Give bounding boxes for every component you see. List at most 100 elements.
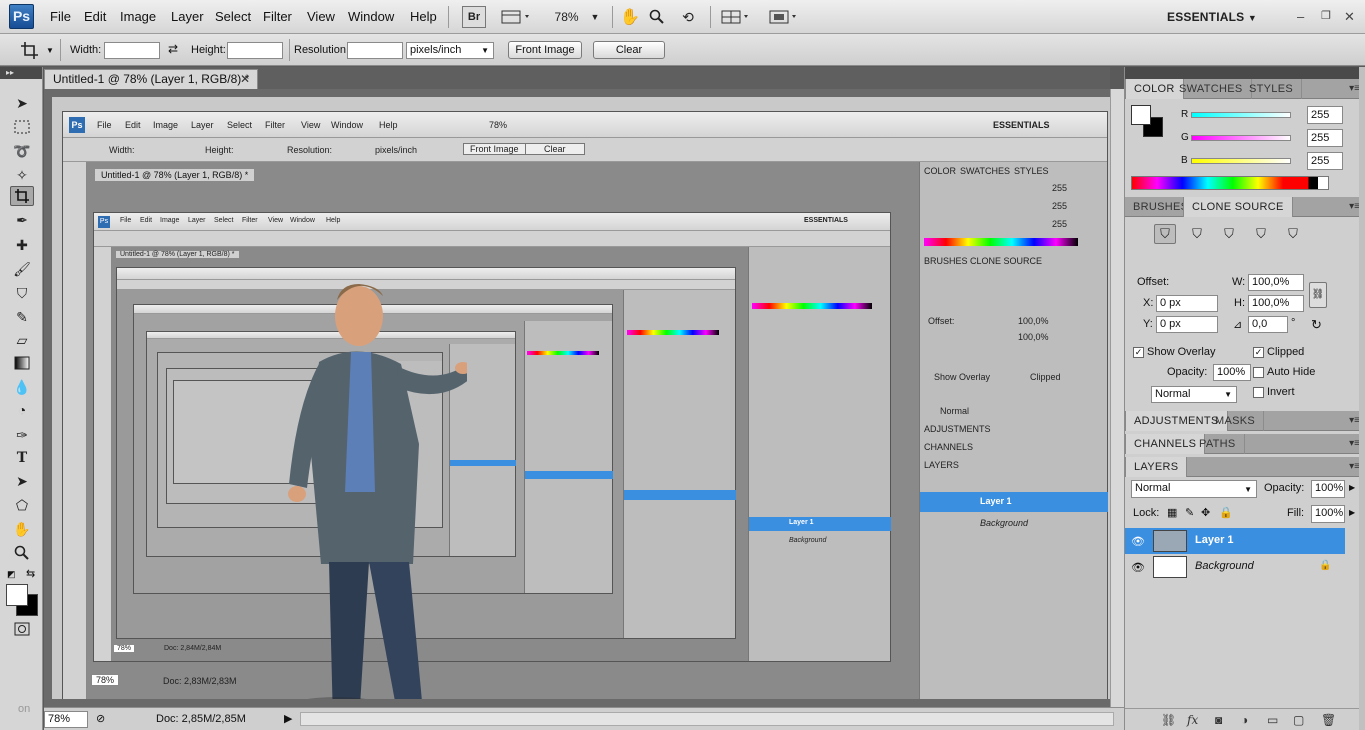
tab-layers[interactable]: LAYERS <box>1125 457 1188 477</box>
lock-pixels-icon[interactable]: ✎ <box>1185 506 1194 519</box>
quick-selection-tool-icon[interactable]: ✧ <box>10 165 34 185</box>
arrange-documents-button[interactable] <box>718 6 754 28</box>
color-spectrum-ramp[interactable] <box>1131 176 1329 190</box>
clear-button[interactable]: Clear <box>593 41 665 59</box>
close-icon[interactable]: ✕ <box>240 70 250 88</box>
front-image-button[interactable]: Front Image <box>508 41 582 59</box>
resolution-units-select[interactable]: pixels/inch ▼ <box>406 42 494 59</box>
menu-help[interactable]: Help <box>410 9 437 24</box>
horizontal-scrollbar[interactable] <box>300 712 1114 726</box>
blend-mode-select[interactable]: Normal ▼ <box>1131 480 1257 498</box>
clone-width-input[interactable]: 100,0% <box>1248 274 1304 291</box>
tab-clone-source[interactable]: CLONE SOURCE <box>1183 197 1293 217</box>
gradient-tool-icon[interactable] <box>10 353 34 373</box>
width-input[interactable] <box>104 42 160 59</box>
overlay-mode-select[interactable]: Normal ▼ <box>1151 386 1237 403</box>
status-menu-arrow-icon[interactable]: ▶ <box>284 712 292 725</box>
new-layer-icon[interactable]: ▢ <box>1293 713 1304 727</box>
dodge-tool-icon[interactable]: ◔ <box>10 400 34 420</box>
path-selection-tool-icon[interactable]: ➤ <box>10 471 34 491</box>
resolution-input[interactable] <box>347 42 403 59</box>
clone-source-3-icon[interactable]: ⛉ <box>1218 224 1240 244</box>
close-icon[interactable]: ✕ <box>1344 9 1355 25</box>
lock-position-icon[interactable]: ✥ <box>1201 506 1210 519</box>
foreground-color-swatch[interactable] <box>6 584 28 606</box>
launch-bridge-button[interactable]: Br <box>462 6 486 28</box>
hand-tool-icon[interactable]: ✋ <box>619 6 641 28</box>
clone-source-2-icon[interactable]: ⛉ <box>1186 224 1208 244</box>
lock-transparency-icon[interactable]: ▦ <box>1167 506 1177 519</box>
clone-stamp-tool-icon[interactable]: ⛉ <box>10 283 34 303</box>
move-tool-icon[interactable]: ➤ <box>10 93 34 113</box>
opacity-slider-arrow-icon[interactable]: ▶ <box>1349 483 1355 492</box>
default-colors-icon[interactable]: ◩ <box>7 569 16 580</box>
vertical-scrollbar[interactable] <box>1110 89 1124 707</box>
marquee-tool-icon[interactable] <box>10 117 34 137</box>
visibility-eye-icon[interactable]: 👁 <box>1131 561 1145 574</box>
clone-source-4-icon[interactable]: ⛉ <box>1250 224 1272 244</box>
clone-angle-input[interactable]: 0,0 <box>1248 316 1288 333</box>
menu-file[interactable]: File <box>50 9 71 24</box>
tools-panel-header[interactable]: ▸▸ <box>0 67 42 79</box>
layer-opacity-input[interactable]: 100% <box>1311 480 1345 498</box>
tab-swatches[interactable]: SWATCHES <box>1171 79 1252 99</box>
crop-tool-icon[interactable] <box>10 186 34 206</box>
layer-style-icon[interactable]: fx <box>1187 713 1198 727</box>
menu-select[interactable]: Select <box>215 9 251 24</box>
lasso-tool-icon[interactable]: ➰ <box>10 141 34 161</box>
clone-source-5-icon[interactable]: ⛉ <box>1282 224 1304 244</box>
delete-layer-icon[interactable]: 🗑 <box>1321 713 1336 727</box>
quick-mask-icon[interactable] <box>10 619 34 639</box>
history-brush-tool-icon[interactable]: ✎ <box>10 307 34 327</box>
show-overlay-checkbox[interactable]: ✓ <box>1133 347 1144 358</box>
minimize-icon[interactable]: – <box>1297 9 1304 24</box>
zoom-level-dropdown[interactable]: 78% ▼ <box>548 6 606 28</box>
zoom-tool-icon[interactable] <box>10 543 34 563</box>
menu-layer[interactable]: Layer <box>171 9 204 24</box>
canvas-area[interactable]: Ps File Edit Image Layer Select Filter V… <box>44 89 1110 707</box>
rotate-view-icon[interactable]: ⟲ <box>676 6 700 28</box>
panel-dock-scrollbar[interactable] <box>1359 67 1365 730</box>
zoom-tool-button[interactable] <box>646 6 668 28</box>
tab-paths[interactable]: PATHS <box>1191 434 1245 454</box>
layer-row-background[interactable]: 👁 Background 🔒 <box>1125 554 1345 580</box>
fill-slider-arrow-icon[interactable]: ▶ <box>1349 508 1355 517</box>
reset-transform-icon[interactable]: ↻ <box>1311 317 1322 333</box>
maintain-aspect-ratio-icon[interactable]: ⛓ <box>1309 282 1327 308</box>
layer-row-layer-1[interactable]: 👁 Layer 1 <box>1125 528 1345 554</box>
eyedropper-tool-icon[interactable]: ✒ <box>10 210 34 230</box>
healing-brush-tool-icon[interactable]: ✚ <box>10 235 34 255</box>
menu-filter[interactable]: Filter <box>263 9 292 24</box>
clipped-checkbox[interactable]: ✓ <box>1253 347 1264 358</box>
menu-edit[interactable]: Edit <box>84 9 106 24</box>
document-tab[interactable]: Untitled-1 @ 78% (Layer 1, RGB/8) * ✕ <box>44 69 258 89</box>
swap-dimensions-icon[interactable]: ⇄ <box>168 42 178 56</box>
clone-y-input[interactable]: 0 px <box>1156 316 1218 333</box>
adjustment-layer-icon[interactable]: ◑ <box>1241 713 1248 727</box>
tab-masks[interactable]: MASKS <box>1207 411 1265 431</box>
menu-view[interactable]: View <box>307 9 335 24</box>
green-channel-input[interactable]: 255 <box>1307 129 1343 147</box>
add-mask-icon[interactable]: ◙ <box>1215 713 1222 727</box>
blue-channel-input[interactable]: 255 <box>1307 152 1343 170</box>
tab-styles[interactable]: STYLES <box>1241 79 1302 99</box>
blue-channel-slider[interactable] <box>1191 158 1291 164</box>
red-channel-slider[interactable] <box>1191 112 1291 118</box>
view-extras-button[interactable] <box>498 6 534 28</box>
shape-tool-icon[interactable]: ⬠ <box>10 495 34 515</box>
invert-checkbox[interactable] <box>1253 387 1264 398</box>
visibility-eye-icon[interactable]: 👁 <box>1131 535 1145 548</box>
clone-source-1-icon[interactable]: ⛉ <box>1154 224 1176 244</box>
menu-image[interactable]: Image <box>120 9 156 24</box>
workspace-switcher[interactable]: ESSENTIALS ▼ <box>1167 10 1257 24</box>
link-layers-icon[interactable]: ⛓ <box>1161 713 1176 727</box>
new-group-icon[interactable]: ▭ <box>1267 713 1278 727</box>
status-info-icon[interactable]: ⊘ <box>96 712 105 725</box>
fill-input[interactable]: 100% <box>1311 505 1345 523</box>
tool-preset-picker[interactable]: ▼ <box>20 40 56 60</box>
height-input[interactable] <box>227 42 283 59</box>
auto-hide-checkbox[interactable] <box>1253 367 1264 378</box>
green-channel-slider[interactable] <box>1191 135 1291 141</box>
foreground-color-swatch[interactable] <box>1131 105 1151 125</box>
blur-tool-icon[interactable]: 💧 <box>10 377 34 397</box>
